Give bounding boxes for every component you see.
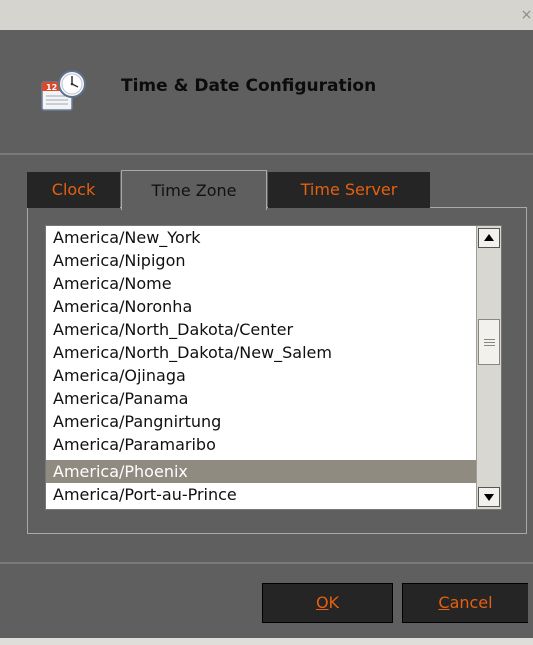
list-item[interactable]: America/Nipigon	[46, 249, 476, 272]
cancel-button[interactable]: Cancel	[402, 583, 528, 623]
list-item[interactable]: America/North_Dakota/New_Salem	[46, 341, 476, 364]
window-bottom-strip	[0, 638, 533, 645]
cancel-mnemonic: C	[438, 593, 450, 612]
window-top-strip	[0, 0, 533, 30]
timezone-list: America/New_York America/Nipigon America…	[46, 226, 476, 509]
svg-text:12: 12	[46, 83, 57, 92]
list-item[interactable]: America/Noronha	[46, 295, 476, 318]
timezone-listbox[interactable]: America/New_York America/Nipigon America…	[45, 225, 502, 510]
arrow-down-icon	[484, 494, 494, 501]
list-item[interactable]: America/Paramaribo	[46, 433, 476, 456]
thumb-grip-line	[484, 342, 495, 343]
cancel-label: ancel	[449, 593, 493, 612]
list-item[interactable]: America/Panama	[46, 387, 476, 410]
calendar-clock-icon: 12	[38, 68, 90, 114]
list-item[interactable]: America/New_York	[46, 226, 476, 249]
scroll-up-button[interactable]	[478, 228, 500, 248]
scroll-thumb[interactable]	[478, 319, 500, 365]
dialog-title: Time & Date Configuration	[121, 76, 377, 96]
scroll-down-button[interactable]	[478, 487, 500, 507]
list-item[interactable]: America/North_Dakota/Center	[46, 318, 476, 341]
list-item[interactable]: America/Nome	[46, 272, 476, 295]
list-item[interactable]: America/Ojinaga	[46, 364, 476, 387]
tab-time-server[interactable]: Time Server	[268, 172, 430, 208]
list-scrollbar[interactable]	[476, 226, 501, 509]
thumb-grip-line	[484, 339, 495, 340]
arrow-up-icon	[484, 234, 494, 241]
close-icon[interactable]: ×	[520, 6, 533, 24]
ok-button[interactable]: OK	[262, 583, 393, 623]
thumb-grip-line	[484, 345, 495, 346]
list-item[interactable]: America/Port-au-Prince	[46, 483, 476, 506]
list-item-selected[interactable]: America/Phoenix	[46, 460, 476, 483]
ok-label: K	[328, 593, 340, 612]
list-item[interactable]: America/Pangnirtung	[46, 410, 476, 433]
tab-clock[interactable]: Clock	[27, 172, 120, 208]
ok-mnemonic: O	[315, 593, 329, 612]
tab-time-zone[interactable]: Time Zone	[121, 170, 267, 210]
